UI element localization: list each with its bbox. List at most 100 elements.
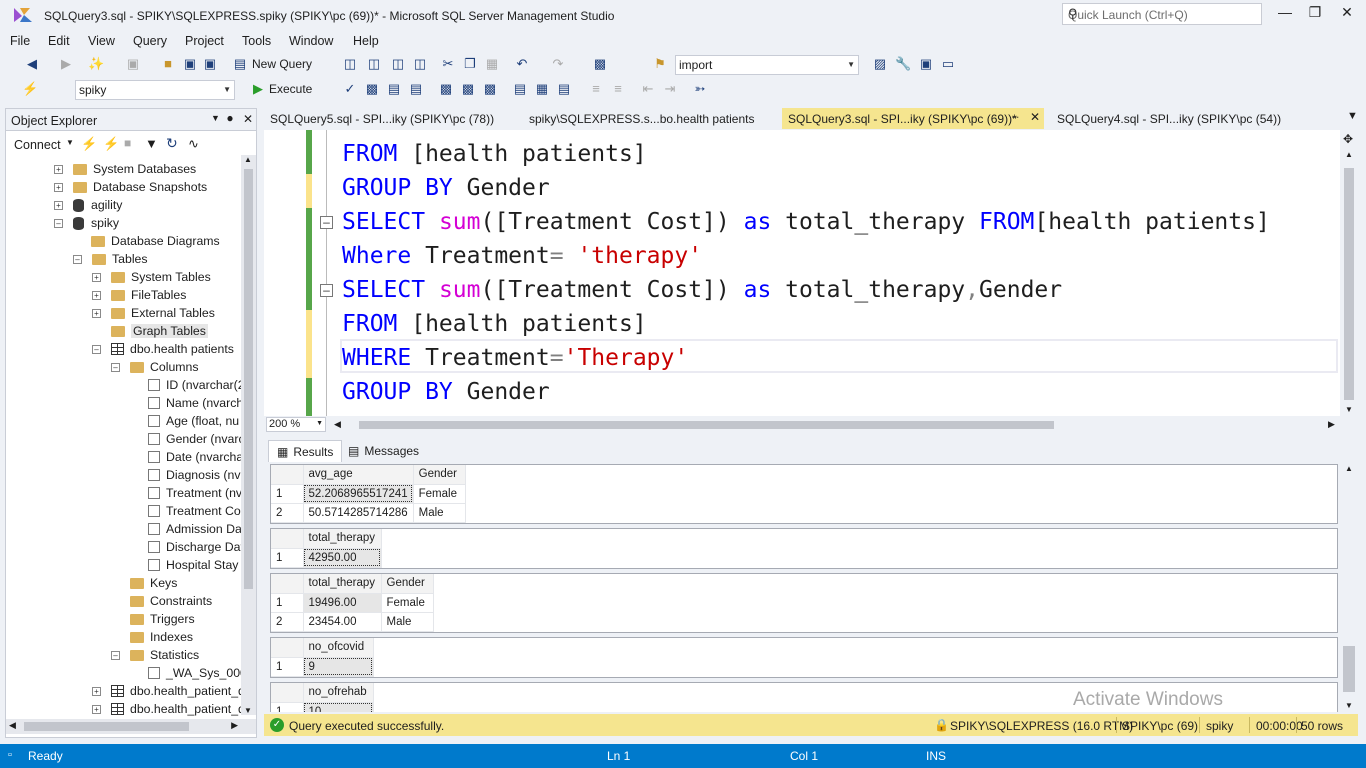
tree-node-tables[interactable]: – Tables <box>73 250 148 268</box>
grid-cell[interactable]: 52.2068965517241 <box>303 484 414 504</box>
tree-node-keys[interactable]: Keys <box>130 574 177 592</box>
menu-window[interactable]: Window <box>289 34 333 48</box>
add-item-icon[interactable]: ▣ <box>125 54 141 74</box>
pin-icon[interactable]: ┄ <box>1012 111 1019 124</box>
uncomment-icon[interactable]: ≡ <box>610 79 626 99</box>
expand-icon[interactable]: + <box>92 704 101 714</box>
filter-icon[interactable]: ▼ <box>145 136 158 151</box>
split-icon[interactable]: ✥ <box>1343 132 1353 146</box>
object-explorer-horizontal-scrollbar[interactable]: ◀ ▶ <box>6 719 256 734</box>
disconnect-icon[interactable]: ⚡ <box>103 136 119 152</box>
menu-query[interactable]: Query <box>133 34 167 48</box>
close-button[interactable]: ✕ <box>1332 4 1362 24</box>
object-explorer-vertical-scrollbar[interactable]: ▲ ▼ <box>241 155 256 715</box>
scroll-up-icon[interactable]: ▲ <box>244 155 252 164</box>
tree-node-constraints[interactable]: Constraints <box>130 592 212 610</box>
scroll-down-icon[interactable]: ▼ <box>1345 701 1353 710</box>
column-header[interactable]: avg_age <box>303 465 414 485</box>
expand-icon[interactable]: + <box>92 686 101 696</box>
tree-node-health-patient-d-1[interactable]: + dbo.health_patient_d <box>92 682 245 700</box>
scrollbar-thumb[interactable] <box>244 169 253 589</box>
live-stats-icon[interactable]: ▩ <box>460 79 476 99</box>
collapse-block-icon[interactable]: – <box>320 216 333 229</box>
paste-icon[interactable]: ▦ <box>484 54 500 74</box>
tree-node-statistic-wa-sys[interactable]: _WA_Sys_0000 <box>148 664 254 682</box>
scroll-right-icon[interactable]: ▶ <box>231 720 238 731</box>
tree-node-column-treatment-cost[interactable]: Treatment Co <box>148 502 241 520</box>
dax-query-icon[interactable]: ◫ <box>412 54 428 74</box>
save-all-icon[interactable]: ▣ <box>202 54 218 74</box>
connect-plug-icon[interactable]: ⚡ <box>81 136 97 152</box>
collapse-icon[interactable]: – <box>111 650 120 660</box>
new-project-icon[interactable]: ✨ <box>88 54 104 74</box>
row-number[interactable]: 1 <box>271 548 304 568</box>
tree-node-external-tables[interactable]: + External Tables <box>92 304 215 322</box>
decrease-indent-icon[interactable]: ⇤ <box>640 79 656 99</box>
grid-cell[interactable]: 42950.00 <box>303 548 382 568</box>
column-header[interactable]: no_ofcovid <box>303 638 374 658</box>
grid-cell[interactable]: Female <box>413 484 466 504</box>
minimize-button[interactable]: — <box>1270 4 1300 24</box>
tree-node-health-patients[interactable]: – dbo.health patients <box>92 340 234 358</box>
tree-node-column-admission-date[interactable]: Admission Da <box>148 520 242 538</box>
row-number[interactable]: 1 <box>271 657 304 677</box>
find-icon[interactable]: ⚑ <box>652 54 668 74</box>
tab-results[interactable]: ▦ Results <box>268 440 343 462</box>
dropdown-icon[interactable]: ▼ <box>211 113 220 123</box>
tree-node-database-diagrams[interactable]: Database Diagrams <box>91 232 220 250</box>
column-header[interactable]: Gender <box>381 574 434 594</box>
quick-launch-search[interactable]: Quick Launch (Ctrl+Q) ⚲ <box>1062 3 1262 25</box>
close-tab-icon[interactable]: ✕ <box>1030 110 1040 124</box>
row-number[interactable]: 1 <box>271 593 304 613</box>
row-number[interactable]: 1 <box>271 702 304 712</box>
scrollbar-thumb[interactable] <box>1344 168 1354 400</box>
tree-node-column-age[interactable]: Age (float, nu <box>148 412 239 430</box>
scroll-up-icon[interactable]: ▲ <box>1345 150 1353 159</box>
column-header[interactable]: total_therapy <box>303 529 382 549</box>
query-options-icon[interactable]: ▤ <box>386 79 402 99</box>
scroll-left-icon[interactable]: ◀ <box>334 419 341 430</box>
editor-vertical-scrollbar[interactable]: ✥ ▲ ▼ <box>1340 130 1358 416</box>
tree-node-system-tables[interactable]: + System Tables <box>92 268 211 286</box>
stop-icon[interactable]: ■ <box>124 136 131 150</box>
increase-indent-icon[interactable]: ⇥ <box>662 79 678 99</box>
tab-sqlquery3[interactable]: SQLQuery3.sql - SPI...iky (SPIKY\pc (69)… <box>782 108 1044 129</box>
tree-node-column-id[interactable]: ID (nvarchar(2 <box>148 376 245 394</box>
tab-sqlquery4[interactable]: SQLQuery4.sql - SPI...iky (SPIKY\pc (54)… <box>1051 108 1287 129</box>
scroll-up-icon[interactable]: ▲ <box>1345 464 1353 473</box>
collapse-block-icon[interactable]: – <box>320 284 333 297</box>
scroll-down-icon[interactable]: ▼ <box>1345 405 1353 414</box>
tree-node-column-name[interactable]: Name (nvarch <box>148 394 243 412</box>
results-vertical-scrollbar[interactable]: ▲ ▼ <box>1340 462 1358 712</box>
zoom-combo[interactable]: 200 % ▼ <box>266 417 326 432</box>
parse-icon[interactable]: ✓ <box>342 79 358 99</box>
scrollbar-thumb[interactable] <box>359 421 1054 429</box>
menu-tools[interactable]: Tools <box>242 34 271 48</box>
tree-node-health-patient-d-2[interactable]: + dbo.health_patient_d <box>92 700 245 718</box>
dmx-query-icon[interactable]: ◫ <box>366 54 382 74</box>
actual-plan-icon[interactable]: ▩ <box>438 79 454 99</box>
tree-node-statistics[interactable]: – Statistics <box>111 646 199 664</box>
find-combo[interactable]: import ▼ <box>675 55 859 75</box>
tree-node-triggers[interactable]: Triggers <box>130 610 195 628</box>
collapse-icon[interactable]: – <box>73 254 82 264</box>
database-combo[interactable]: spiky ▼ <box>75 80 235 100</box>
tree-node-database-snapshots[interactable]: + Database Snapshots <box>54 178 207 196</box>
tree-node-columns[interactable]: – Columns <box>111 358 199 376</box>
close-icon[interactable]: ✕ <box>243 112 253 126</box>
chevron-down-icon[interactable]: ▼ <box>66 138 74 147</box>
expand-icon[interactable]: + <box>92 272 101 282</box>
activity-icon[interactable]: ∿ <box>188 136 199 152</box>
tree-node-graph-tables[interactable]: Graph Tables <box>111 322 208 340</box>
forward-icon[interactable]: ▶ <box>58 54 74 74</box>
grid-cell[interactable]: 9 <box>303 657 374 677</box>
refresh-icon[interactable]: ↻ <box>166 135 178 152</box>
scrollbar-thumb[interactable] <box>1343 646 1355 692</box>
save-icon[interactable]: ▣ <box>182 54 198 74</box>
wrench-icon[interactable]: 🔧 <box>895 54 911 74</box>
menu-project[interactable]: Project <box>185 34 224 48</box>
cut-icon[interactable]: ✂ <box>440 54 456 74</box>
tab-sqlquery5[interactable]: SQLQuery5.sql - SPI...iky (SPIKY\pc (78)… <box>264 108 500 129</box>
connect-button[interactable]: Connect <box>14 138 61 152</box>
expand-icon[interactable]: + <box>92 308 101 318</box>
